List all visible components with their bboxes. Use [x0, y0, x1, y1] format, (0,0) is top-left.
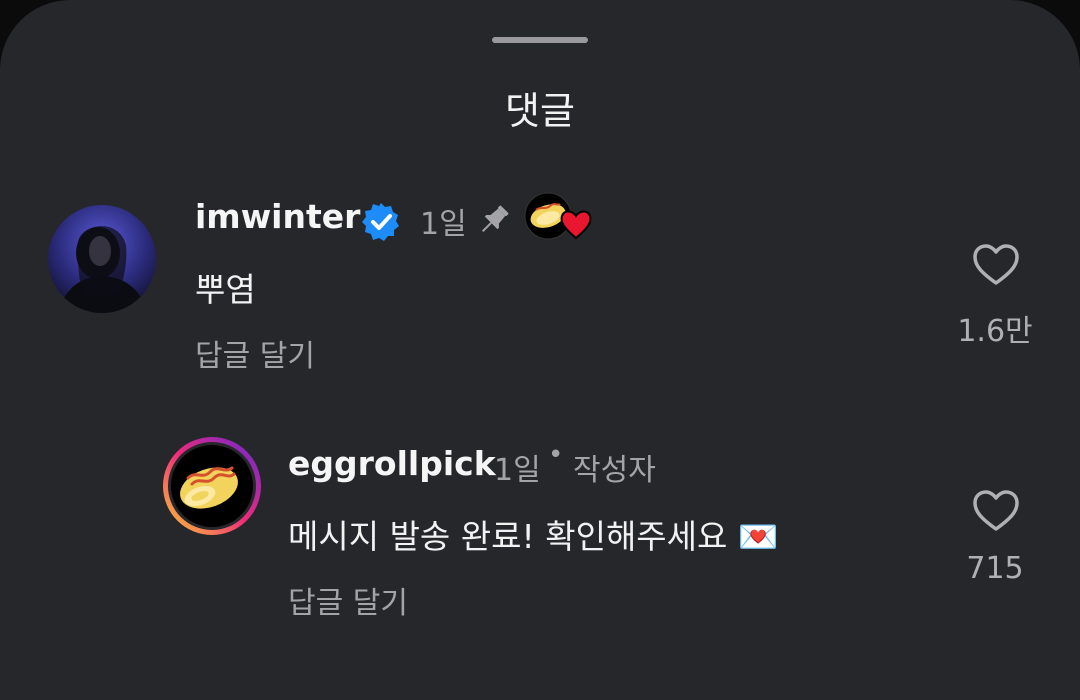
comments-sheet: 댓글 imwinter 1일 뿌염 답글 달기 1.6만 eggrollpick… — [0, 0, 1080, 700]
user-avatar-photo-icon — [48, 205, 156, 313]
like-count: 1.6만 — [957, 314, 1033, 349]
avatar[interactable] — [48, 205, 156, 313]
meta-separator: • — [548, 440, 564, 470]
comment-username[interactable]: eggrollpick — [288, 444, 496, 483]
sheet-title: 댓글 — [505, 89, 575, 133]
comment-time: 1일 — [494, 453, 541, 488]
comment-text: 메시지 발송 완료! 확인해주세요 💌 — [288, 517, 779, 556]
avatar[interactable] — [162, 436, 262, 536]
drag-handle[interactable] — [492, 37, 588, 43]
heart-icon[interactable] — [972, 243, 1020, 287]
like-count: 715 — [966, 551, 1024, 586]
comment-username[interactable]: imwinter — [195, 197, 360, 236]
egg-roll-avatar-icon — [163, 437, 261, 535]
comment-text: 뿌염 — [195, 270, 256, 309]
author-label: 작성자 — [573, 453, 656, 488]
pin-icon — [481, 205, 509, 233]
creator-liked-icon — [524, 192, 592, 240]
heart-icon[interactable] — [972, 489, 1020, 533]
reply-button[interactable]: 답글 달기 — [195, 331, 315, 375]
reply-button[interactable]: 답글 달기 — [288, 578, 408, 622]
verified-badge-icon — [362, 203, 399, 241]
comment-time: 1일 — [420, 207, 467, 242]
